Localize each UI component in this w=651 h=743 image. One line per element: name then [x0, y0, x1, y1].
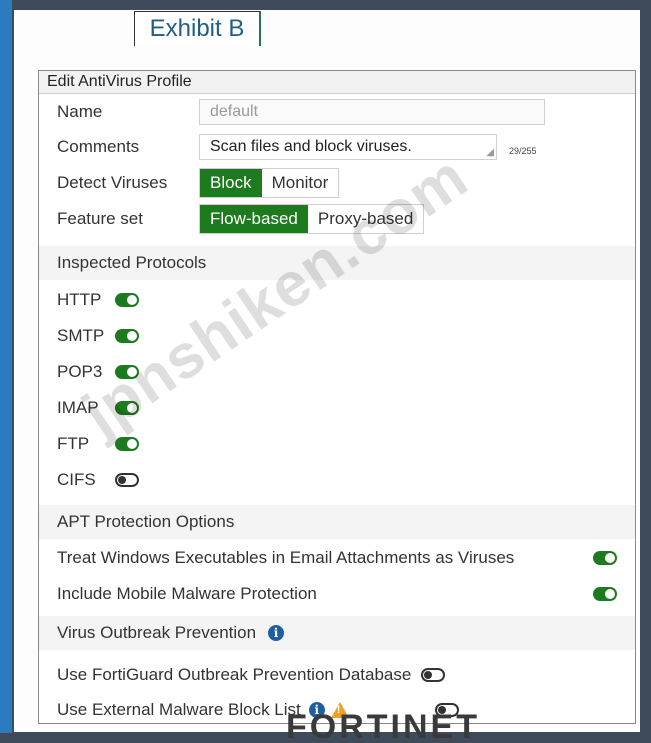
feature-set-toggle: Flow-based Proxy-based [199, 204, 425, 234]
apt-row-windows-exec: Treat Windows Executables in Email Attac… [57, 543, 617, 573]
protocol-label: IMAP [57, 398, 99, 417]
fortinet-logo: FORTINET [286, 712, 480, 743]
fortiguard-db-toggle[interactable] [421, 668, 446, 682]
protocol-row-pop3: POP3 [57, 357, 139, 387]
comments-textarea[interactable]: Scan files and block viruses. ◢ [199, 134, 497, 160]
smtp-toggle[interactable] [115, 329, 139, 343]
name-label: Name [57, 102, 103, 121]
left-border [0, 0, 12, 743]
exhibit-label: Exhibit B [134, 11, 261, 46]
windows-exec-toggle[interactable] [593, 551, 617, 565]
feature-set-label: Feature set [57, 209, 143, 228]
protocol-label: SMTP [57, 326, 105, 345]
inspected-protocols-header: Inspected Protocols [39, 246, 635, 280]
protocol-label: HTTP [57, 290, 102, 309]
ftp-toggle[interactable] [115, 437, 139, 451]
comments-value: Scan files and block viruses. [210, 138, 412, 155]
http-toggle[interactable] [115, 293, 139, 307]
protocol-label: POP3 [57, 362, 103, 381]
outbreak-option-label: Use External Malware Block List [57, 700, 301, 719]
outbreak-title: Virus Outbreak Prevention [57, 623, 257, 642]
apt-row-mobile-malware: Include Mobile Malware Protection [57, 579, 617, 609]
apt-option-label: Treat Windows Executables in Email Attac… [57, 548, 515, 567]
protocol-row-ftp: FTP [57, 429, 139, 459]
outbreak-row-fortiguard: Use FortiGuard Outbreak Prevention Datab… [57, 660, 446, 690]
resize-handle-icon[interactable]: ◢ [486, 148, 494, 158]
feature-set-row: Feature set Flow-based Proxy-based [57, 204, 425, 234]
protocol-row-cifs: CIFS [57, 465, 139, 495]
info-icon[interactable]: i [268, 625, 285, 641]
detect-viruses-label: Detect Viruses [57, 173, 168, 192]
detect-viruses-row: Detect Viruses Block Monitor [57, 168, 340, 198]
protocol-row-imap: IMAP [57, 393, 139, 423]
apt-option-label: Include Mobile Malware Protection [57, 584, 317, 603]
block-option[interactable]: Block [200, 169, 262, 197]
protocol-row-http: HTTP [57, 285, 139, 315]
protocol-label: FTP [57, 434, 90, 453]
antivirus-profile-panel: Edit AntiVirus Profile Name default Comm… [38, 70, 636, 724]
flow-based-option[interactable]: Flow-based [200, 205, 308, 233]
outbreak-option-label: Use FortiGuard Outbreak Prevention Datab… [57, 665, 412, 684]
comments-label: Comments [57, 137, 140, 156]
outbreak-prevention-header: Virus Outbreak Prevention i [39, 616, 635, 650]
pop3-toggle[interactable] [115, 365, 139, 379]
protocol-row-smtp: SMTP [57, 321, 139, 351]
proxy-based-option[interactable]: Proxy-based [308, 205, 423, 233]
comments-counter: 29/255 [509, 146, 537, 156]
panel-title: Edit AntiVirus Profile [39, 71, 635, 94]
imap-toggle[interactable] [115, 401, 139, 415]
name-input[interactable]: default [199, 99, 545, 125]
protocol-label: CIFS [57, 470, 96, 489]
detect-viruses-toggle: Block Monitor [199, 168, 340, 198]
mobile-malware-toggle[interactable] [593, 587, 617, 601]
apt-protection-header: APT Protection Options [39, 505, 635, 539]
monitor-option[interactable]: Monitor [262, 169, 339, 197]
name-row: Name default [57, 97, 545, 127]
cifs-toggle[interactable] [115, 473, 139, 487]
comments-row: Comments Scan files and block viruses. ◢… [57, 132, 537, 162]
